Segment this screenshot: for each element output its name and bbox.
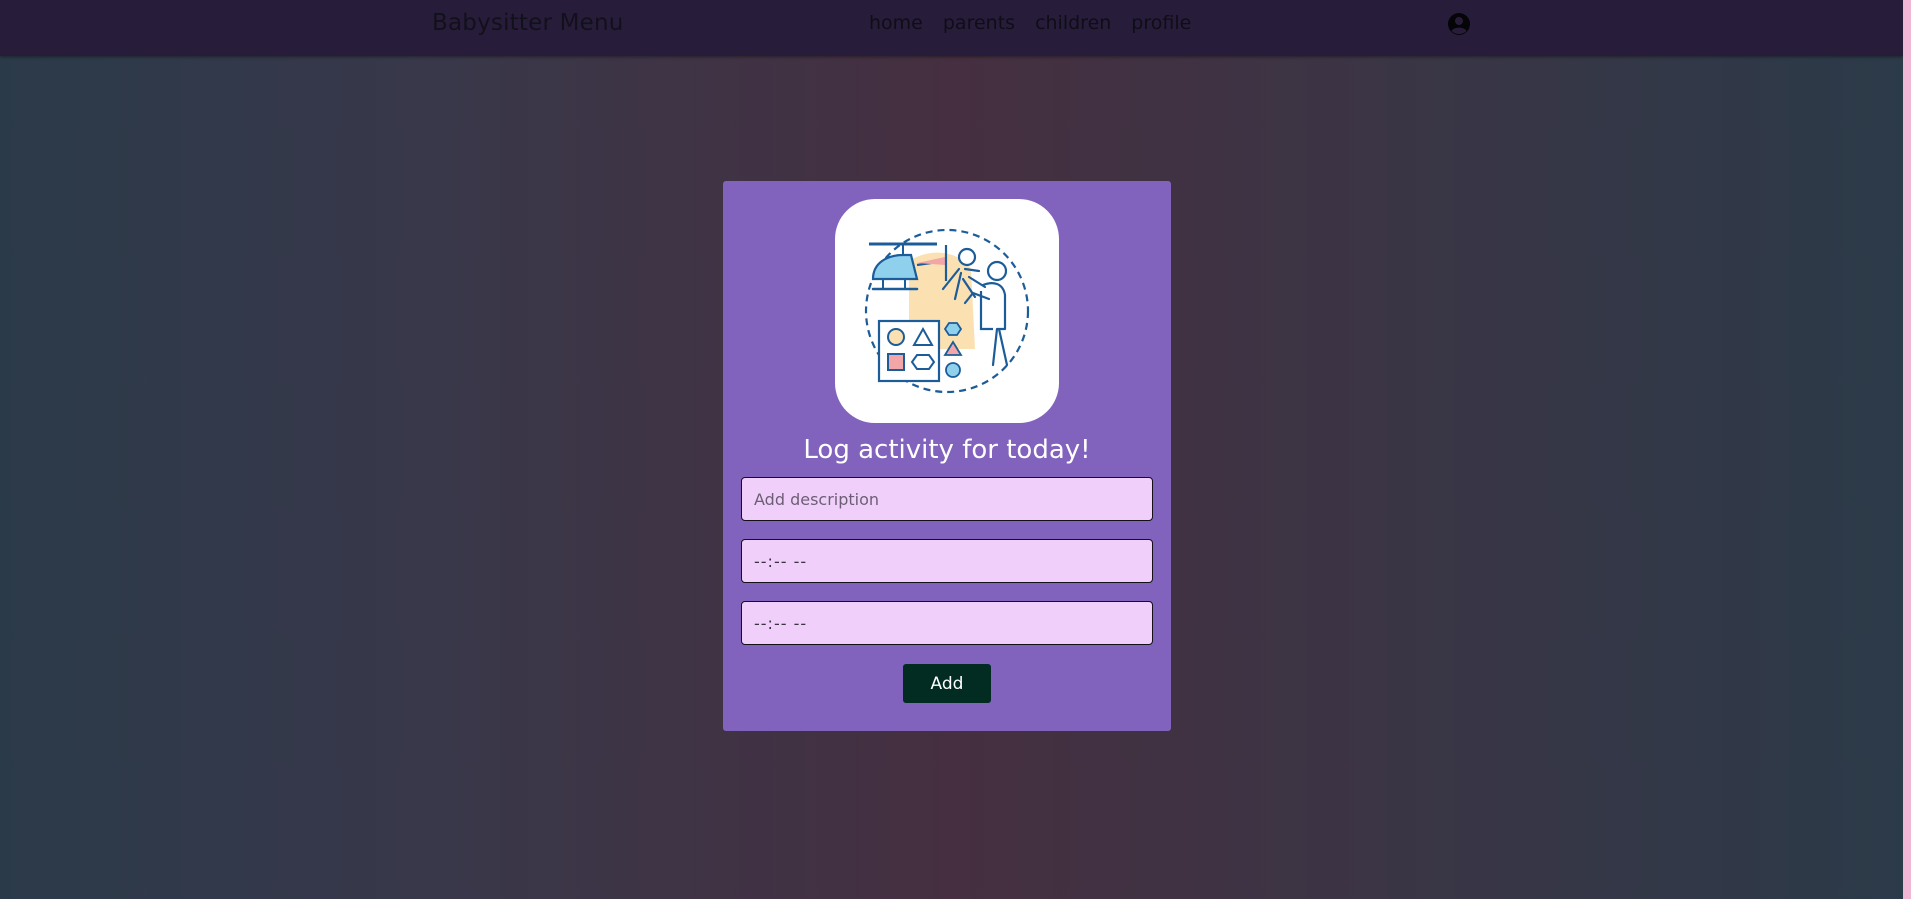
end-time-input[interactable]: --:-- -- — [741, 601, 1153, 645]
babysitter-playing-icon — [835, 199, 1059, 423]
description-input[interactable] — [741, 477, 1153, 521]
nav-link-home[interactable]: home — [869, 12, 923, 34]
nav-link-profile[interactable]: profile — [1131, 12, 1191, 34]
nav-links: home parents children profile — [869, 12, 1191, 34]
top-navbar: Babysitter Menu home parents children pr… — [0, 0, 1903, 56]
nav-link-children[interactable]: children — [1035, 12, 1111, 34]
start-time-input[interactable]: --:-- -- — [741, 539, 1153, 583]
activity-card: Log activity for today! --:-- -- --:-- -… — [723, 181, 1171, 731]
nav-link-parents[interactable]: parents — [943, 12, 1015, 34]
page-edge-strip — [1903, 0, 1911, 899]
user-circle-icon[interactable] — [1447, 12, 1471, 36]
add-button[interactable]: Add — [903, 664, 991, 703]
card-title: Log activity for today! — [803, 435, 1091, 465]
brand-title[interactable]: Babysitter Menu — [432, 10, 624, 36]
